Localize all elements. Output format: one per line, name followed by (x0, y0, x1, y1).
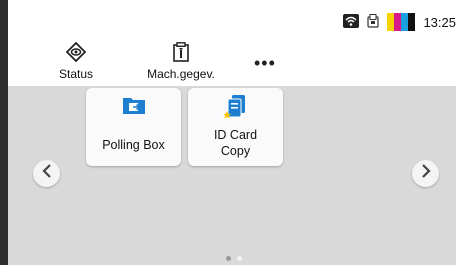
more-options-button[interactable]: ••• (254, 53, 276, 74)
toner-black (408, 13, 416, 31)
chevron-left-icon (41, 164, 53, 183)
chevron-right-icon (420, 164, 432, 183)
device-screen: 13:25 Status Mach.gegev. ••• Polling Box… (0, 0, 456, 265)
toner-magenta (394, 13, 402, 31)
page-dot-2 (237, 256, 242, 261)
id-card-copy-tile[interactable]: ID Card Copy (188, 88, 283, 166)
card-reader-icon (367, 13, 380, 31)
eye-diamond-icon (46, 42, 106, 62)
toner-level-indicator (387, 13, 416, 31)
next-page-button[interactable] (412, 160, 439, 187)
polling-box-icon (86, 94, 181, 116)
top-bar: 13:25 Status Mach.gegev. ••• (8, 0, 456, 86)
status-shortcut-label: Status (58, 67, 94, 81)
id-card-copy-label-line1: ID Card (213, 128, 258, 142)
machine-info-shortcut-label: Mach.gegev. (147, 67, 215, 81)
page-indicator (226, 256, 242, 261)
wifi-icon (343, 13, 360, 31)
status-bar: 13:25 (343, 12, 456, 32)
toner-cyan (401, 13, 409, 31)
status-shortcut[interactable]: Status (46, 42, 106, 81)
toner-yellow (387, 13, 395, 31)
info-device-icon (144, 42, 218, 62)
home-panel: 13:25 Status Mach.gegev. ••• Polling Box… (8, 0, 456, 265)
polling-box-label: Polling Box (102, 138, 165, 152)
id-card-copy-label-line2: Copy (220, 144, 251, 158)
page-dot-1 (226, 256, 231, 261)
previous-page-button[interactable] (33, 160, 60, 187)
machine-info-shortcut[interactable]: Mach.gegev. (144, 42, 218, 81)
id-card-copy-icon (188, 94, 283, 120)
clock: 13:25 (423, 14, 456, 30)
polling-box-tile[interactable]: Polling Box (86, 88, 181, 166)
